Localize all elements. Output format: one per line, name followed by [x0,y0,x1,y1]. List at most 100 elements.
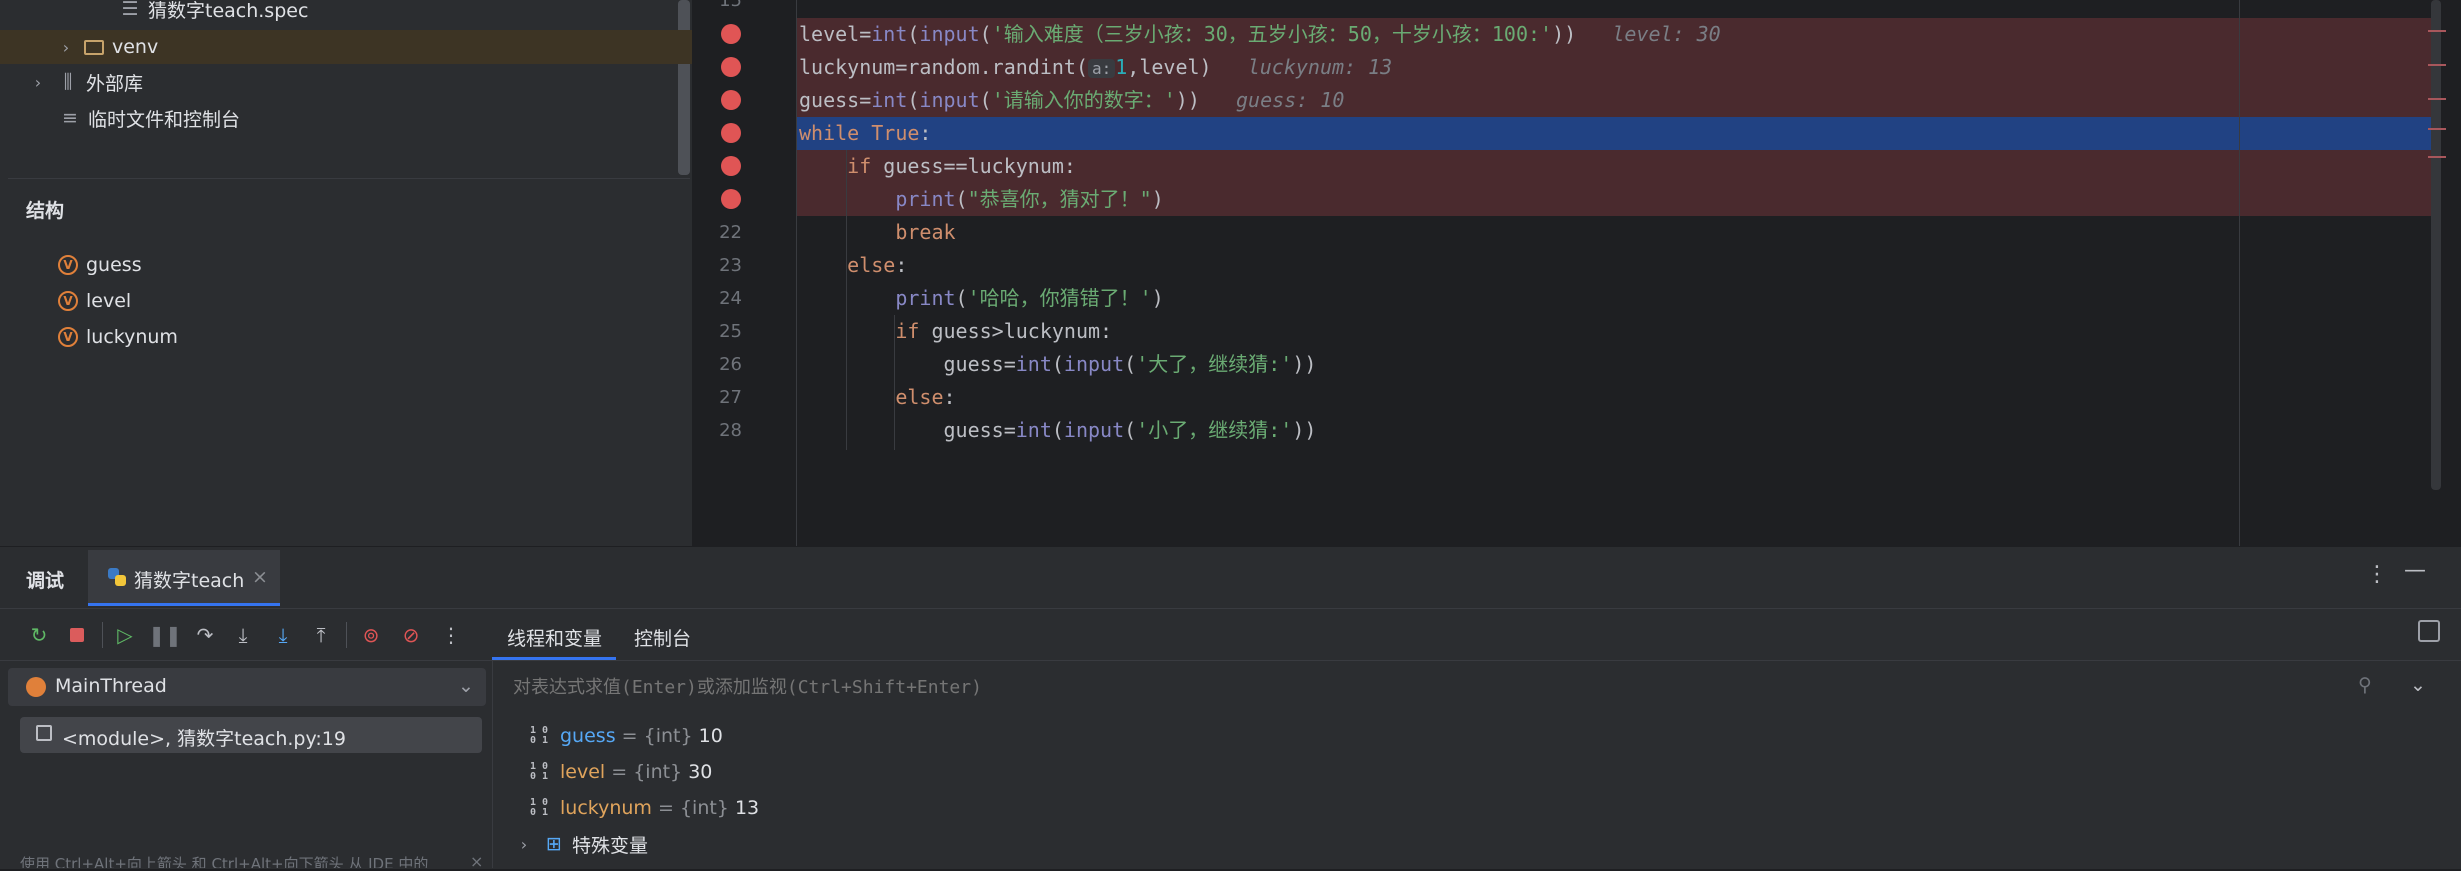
breakpoint-marker [2428,156,2446,158]
pause-icon[interactable]: ❚❚ [148,620,182,650]
special-variables-row[interactable]: › ⊞ 特殊变量 [514,827,648,861]
chevron-down-icon[interactable]: ⌄ [458,675,474,697]
editor-scrollbar[interactable] [2431,0,2441,490]
breakpoint-icon[interactable] [721,189,741,209]
toolbar-separator [102,622,103,648]
variable-value: 10 [698,725,723,747]
code-line[interactable]: luckynum=random.randint(a: 1,level) lucky… [799,51,1392,84]
minimize-icon[interactable]: — [2404,558,2426,583]
code-line[interactable]: break [799,216,955,249]
code-line[interactable]: else: [799,381,955,414]
structure-title: 结构 [26,200,65,222]
execution-line-highlight [796,117,2441,150]
variable-type: {int} [679,797,729,819]
tree-item-label: venv [112,36,159,58]
breakpoint-icon[interactable] [721,57,741,77]
stop-icon[interactable] [62,620,92,650]
panel-divider [492,660,493,868]
inline-value-hint: luckynum: 13 [1247,55,1393,79]
code-line-current[interactable]: while True: [799,117,931,150]
breakpoint-icon[interactable] [721,90,741,110]
breakpoint-icon[interactable] [721,123,741,143]
tree-item-label: 临时文件和控制台 [88,108,241,131]
code-line[interactable]: if guess==luckynum: [799,150,1076,183]
variable-row[interactable]: 1 00 1 level = {int} 30 [528,755,712,789]
step-into-icon[interactable]: ⤓ [228,620,258,650]
tree-item-label: 猜数字teach.spec [148,0,309,22]
variable-value: 30 [688,761,713,783]
code-line[interactable]: guess=int(input('小了，继续猜:')) [799,414,1317,447]
equals-sign: = [611,761,628,783]
tree-item-scratches[interactable]: ≡ 临时文件和控制台 [58,101,240,135]
variable-icon: V [58,255,78,275]
stack-frame-label: <module>, 猜数字teach.py:19 [62,728,346,750]
mute-breakpoints-icon[interactable]: ⊘ [396,620,426,650]
more-options-icon[interactable]: ⋮ [2366,562,2388,587]
debug-title: 调试 [26,570,65,592]
toolbar-separator [346,622,347,648]
variable-row[interactable]: 1 00 1 guess = {int} 10 [528,719,723,753]
view-breakpoints-icon[interactable]: ⊚ [356,620,386,650]
code-line[interactable]: guess=int(input('大了，继续猜:')) [799,348,1317,381]
code-line[interactable]: guess=int(input('请输入你的数字：')) guess: 10 [799,84,1344,117]
structure-item[interactable]: V level [58,284,131,318]
frame-icon [36,725,52,741]
chevron-right-icon[interactable]: › [28,73,48,92]
code-line[interactable]: print('哈哈，你猜错了！') [799,282,1163,315]
evaluate-expression-input[interactable] [497,668,2441,706]
code-line[interactable]: level=int(input('输入难度（三岁小孩：30，五岁小孩：50，十岁… [799,18,1721,51]
tab-console[interactable]: 控制台 [634,624,691,651]
resume-icon[interactable]: ▷ [110,620,140,650]
line-number: 27 [719,387,742,408]
breakpoint-marker [2428,128,2446,130]
line-number: 23 [719,255,742,276]
primitive-icon: 1 00 1 [529,797,549,818]
more-actions-icon[interactable]: ⋮ [436,620,466,650]
structure-item[interactable]: V luckynum [58,320,178,354]
watch-icon[interactable]: ⚲ [2358,674,2372,696]
equals-sign: = [657,797,674,819]
variable-name: level [560,761,606,783]
variable-value: 13 [734,797,760,819]
step-into-my-code-icon[interactable]: ⤓ [268,620,298,650]
breakpoint-marker [2428,30,2446,32]
inline-value-hint: guess: 10 [1236,88,1345,112]
close-icon[interactable]: × [252,566,268,588]
structure-item-label: luckynum [86,326,178,348]
breakpoint-icon[interactable] [721,156,741,176]
chevron-down-icon[interactable]: ⌄ [2410,674,2426,696]
primitive-icon: 1 00 1 [529,725,549,746]
python-icon [106,566,128,588]
close-hint-icon[interactable]: × [470,852,483,871]
equals-sign: = [621,725,638,747]
chevron-right-icon[interactable]: › [56,38,76,57]
code-line[interactable]: print("恭喜你，猜对了！") [799,183,1163,216]
variable-name: luckynum [560,797,652,819]
line-number: 22 [719,222,742,243]
tab-threads-variables-label: 线程和变量 [507,628,603,650]
primitive-icon: 1 00 1 [529,761,549,782]
line-number: 28 [719,420,742,441]
variable-name: guess [560,725,616,747]
tree-item-spec-file[interactable]: ☰ 猜数字teach.spec [118,0,308,26]
project-scrollbar[interactable] [678,0,690,175]
tree-item-venv[interactable]: › venv [0,30,692,64]
structure-item[interactable]: V guess [58,248,142,282]
scratches-icon: ≡ [62,107,78,129]
tree-item-external-libs[interactable]: › ⫼ 外部库 [28,65,143,99]
code-line[interactable]: else: [799,249,907,282]
variable-type: {int} [633,761,683,783]
chevron-right-icon[interactable]: › [514,835,534,854]
step-out-icon[interactable]: ⤒ [306,620,336,650]
thread-name: MainThread [55,675,167,697]
rerun-icon[interactable]: ↻ [24,620,54,650]
tree-item-label: 外部库 [86,72,144,95]
panel-divider [8,178,690,179]
layout-icon[interactable] [2418,620,2440,642]
variable-row[interactable]: 1 00 1 luckynum = {int} 13 [528,791,759,825]
code-line[interactable]: if guess>luckynum: [799,315,1112,348]
thread-icon [26,677,46,697]
variable-type: {int} [643,725,693,747]
breakpoint-icon[interactable] [721,24,741,44]
step-over-icon[interactable]: ↷ [190,620,220,650]
